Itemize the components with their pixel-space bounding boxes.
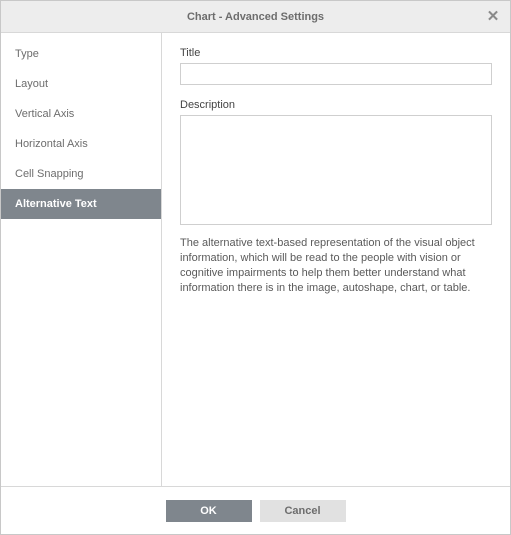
- sidebar-item-label: Layout: [15, 78, 48, 90]
- dialog-body: Type Layout Vertical Axis Horizontal Axi…: [1, 33, 510, 486]
- cancel-button[interactable]: Cancel: [260, 500, 346, 522]
- close-button[interactable]: ✕: [482, 5, 504, 27]
- chart-advanced-settings-dialog: Chart - Advanced Settings ✕ Type Layout …: [0, 0, 511, 535]
- sidebar-item-label: Cell Snapping: [15, 168, 84, 180]
- sidebar-item-horizontal-axis[interactable]: Horizontal Axis: [1, 129, 161, 159]
- dialog-title: Chart - Advanced Settings: [187, 11, 324, 23]
- close-icon: ✕: [487, 7, 500, 25]
- description-textarea[interactable]: [180, 115, 492, 225]
- settings-sidebar: Type Layout Vertical Axis Horizontal Axi…: [1, 33, 162, 486]
- cancel-button-label: Cancel: [284, 505, 320, 517]
- dialog-titlebar: Chart - Advanced Settings ✕: [1, 1, 510, 33]
- sidebar-item-type[interactable]: Type: [1, 39, 161, 69]
- sidebar-item-label: Vertical Axis: [15, 108, 74, 120]
- ok-button[interactable]: OK: [166, 500, 252, 522]
- alt-text-help: The alternative text-based representatio…: [180, 236, 492, 296]
- description-label: Description: [180, 99, 492, 111]
- sidebar-item-layout[interactable]: Layout: [1, 69, 161, 99]
- sidebar-item-alternative-text[interactable]: Alternative Text: [1, 189, 161, 219]
- sidebar-item-label: Horizontal Axis: [15, 138, 88, 150]
- sidebar-item-cell-snapping[interactable]: Cell Snapping: [1, 159, 161, 189]
- sidebar-item-vertical-axis[interactable]: Vertical Axis: [1, 99, 161, 129]
- dialog-footer: OK Cancel: [1, 486, 510, 534]
- title-label: Title: [180, 47, 492, 59]
- settings-content: Title Description The alternative text-b…: [162, 33, 510, 486]
- title-input[interactable]: [180, 63, 492, 85]
- sidebar-item-label: Type: [15, 48, 39, 60]
- sidebar-item-label: Alternative Text: [15, 198, 97, 210]
- ok-button-label: OK: [200, 505, 217, 517]
